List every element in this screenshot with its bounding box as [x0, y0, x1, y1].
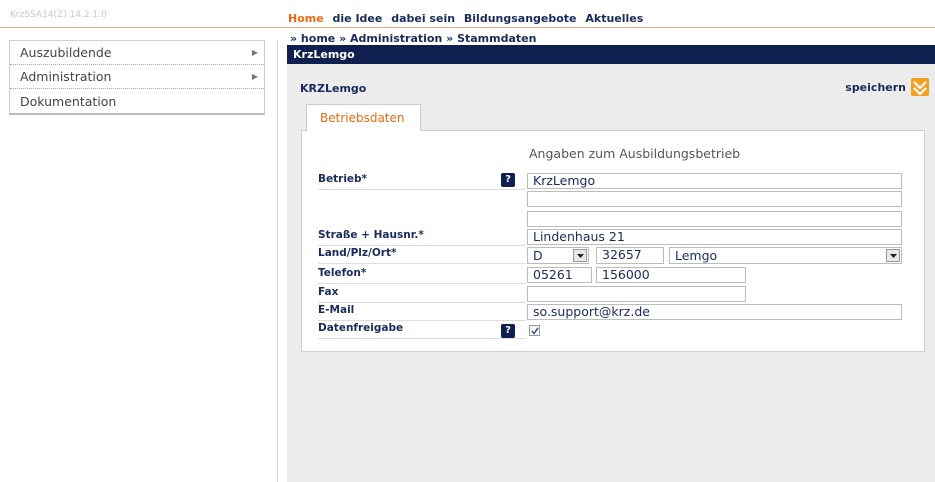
telefon-nummer-input[interactable]: 156000: [596, 267, 746, 283]
betrieb-line3-input[interactable]: [527, 211, 902, 227]
app-version: KrzSSA14(Z) 14.2.1.0: [10, 10, 107, 20]
nav-aktuelles[interactable]: Aktuelles: [585, 12, 643, 25]
betrieb-line2-input[interactable]: [527, 191, 902, 207]
sidebar-item-label: Administration: [20, 69, 112, 84]
save-button[interactable]: speichern: [845, 78, 929, 96]
company-subtitle: KRZLemgo: [300, 82, 367, 95]
sidebar-divider: [277, 40, 278, 482]
sidebar-item-label: Dokumentation: [20, 93, 117, 109]
strasse-input[interactable]: Lindenhaus 21: [527, 229, 902, 245]
label-betrieb: Betrieb*: [318, 173, 526, 190]
label-land-plz-ort: Land/Plz/Ort*: [318, 247, 526, 264]
form-panel: Angaben zum Ausbildungsbetrieb Betrieb* …: [301, 130, 925, 352]
label-strasse: Straße + Hausnr.*: [318, 229, 526, 246]
nav-home[interactable]: Home: [288, 12, 324, 25]
fax-input[interactable]: [527, 286, 746, 302]
sidebar: Auszubildende ▶ Administration ▶ Dokumen…: [9, 40, 265, 115]
save-label: speichern: [845, 80, 906, 94]
label-email: E-Mail: [318, 304, 526, 321]
chevron-right-icon: ▶: [251, 48, 258, 57]
tab-betriebsdaten[interactable]: Betriebsdaten: [306, 104, 421, 131]
label-datenfreigabe: Datenfreigabe: [318, 322, 526, 339]
betrieb-input[interactable]: KrzLemgo: [527, 173, 902, 189]
label-telefon: Telefon*: [318, 267, 526, 284]
datenfreigabe-checkbox[interactable]: [529, 325, 540, 336]
page-title: KrzLemgo: [287, 45, 935, 64]
help-icon[interactable]: ?: [501, 173, 515, 187]
land-select[interactable]: D: [527, 247, 589, 264]
header-divider: [0, 27, 935, 28]
sidebar-item-administration[interactable]: Administration ▶: [10, 65, 264, 89]
chevron-down-icon: [573, 249, 587, 262]
land-value: D: [533, 248, 543, 263]
top-navigation: Home die Idee dabei sein Bildungsangebot…: [288, 12, 648, 25]
ort-select[interactable]: Lemgo: [669, 247, 902, 264]
ort-value: Lemgo: [675, 248, 718, 263]
main-content: KRZLemgo speichern Betriebsdaten Angaben…: [287, 64, 935, 482]
sidebar-item-dokumentation[interactable]: Dokumentation: [10, 89, 264, 113]
nav-dabei-sein[interactable]: dabei sein: [391, 12, 455, 25]
nav-die-idee[interactable]: die Idee: [333, 12, 383, 25]
plz-input[interactable]: 32657: [596, 247, 664, 264]
chevron-right-icon: ▶: [251, 72, 258, 81]
email-input[interactable]: so.support@krz.de: [527, 304, 902, 320]
telefon-vorwahl-input[interactable]: 05261: [527, 267, 592, 283]
chevron-down-icon: [886, 249, 900, 262]
sidebar-item-label: Auszubildende: [20, 45, 112, 60]
nav-bildungsangebote[interactable]: Bildungsangebote: [464, 12, 577, 25]
help-icon[interactable]: ?: [501, 324, 515, 338]
section-title: Angaben zum Ausbildungsbetrieb: [529, 146, 741, 161]
sidebar-item-auszubildende[interactable]: Auszubildende ▶: [10, 41, 264, 65]
label-fax: Fax: [318, 286, 526, 303]
breadcrumb[interactable]: » home » Administration » Stammdaten: [290, 32, 536, 45]
save-icon: [911, 78, 929, 96]
